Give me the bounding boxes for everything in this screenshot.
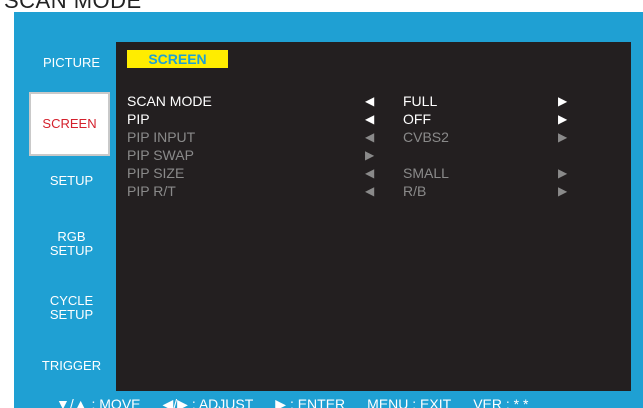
right-arrow-icon[interactable]: ▶ (558, 165, 567, 181)
option-name: PIP INPUT (127, 129, 196, 145)
left-arrow-icon[interactable]: ◀ (365, 93, 374, 109)
option-row-pip[interactable]: PIP ◀ OFF ▶ (116, 111, 631, 127)
menu-content-panel: SCREEN SCAN MODE ◀ FULL ▶ PIP ◀ OFF ▶ PI… (116, 42, 631, 391)
section-title: SCREEN (127, 50, 228, 68)
option-value: SMALL (403, 165, 449, 181)
sidebar-item-label: SETUP (49, 173, 94, 188)
option-row-pip-input[interactable]: PIP INPUT ◀ CVBS2 ▶ (116, 129, 631, 145)
right-arrow-icon[interactable]: ▶ (558, 93, 567, 109)
left-arrow-icon[interactable]: ◀ (365, 129, 374, 145)
help-exit: MENU : EXIT (367, 396, 452, 408)
osd-menu-frame: PICTURE SCREEN SETUP RGB SETUP CYCLE SET… (14, 12, 643, 408)
sidebar-item-rgb-setup[interactable]: RGB SETUP (27, 226, 116, 262)
help-enter: ▶ : ENTER (275, 396, 346, 408)
option-value: CVBS2 (403, 129, 449, 145)
key-help-bar: ▼/▲ : MOVE ◀/▶ : ADJUST ▶ : ENTER MENU :… (56, 396, 550, 408)
option-value: FULL (403, 93, 438, 109)
sidebar-item-label: TRIGGER (41, 358, 102, 373)
right-arrow-icon[interactable]: ▶ (558, 129, 567, 145)
sidebar-item-setup[interactable]: SETUP (27, 166, 116, 196)
right-arrow-icon[interactable]: ▶ (558, 183, 567, 199)
option-value: OFF (403, 111, 431, 127)
left-arrow-icon[interactable]: ◀ (365, 165, 374, 181)
help-move: ▼/▲ : MOVE (56, 396, 141, 408)
option-row-pip-rt[interactable]: PIP R/T ◀ R/B ▶ (116, 183, 631, 199)
option-row-scan-mode[interactable]: SCAN MODE ◀ FULL ▶ (116, 93, 631, 109)
option-name: PIP (127, 111, 150, 127)
help-adjust: ◀/▶ : ADJUST (162, 396, 254, 408)
sidebar-item-label: SCREEN (42, 116, 97, 131)
left-arrow-icon[interactable]: ◀ (365, 183, 374, 199)
option-name: SCAN MODE (127, 93, 212, 109)
sidebar-item-label: CYCLE SETUP (49, 293, 94, 322)
sidebar-item-label: RGB SETUP (49, 229, 94, 258)
option-row-pip-swap[interactable]: PIP SWAP ▶ (116, 147, 631, 163)
sidebar-item-picture[interactable]: PICTURE (27, 48, 116, 78)
option-name: PIP SIZE (127, 165, 185, 181)
sidebar-item-label: PICTURE (42, 55, 101, 70)
option-name: PIP R/T (127, 183, 176, 199)
option-name: PIP SWAP (127, 147, 194, 163)
sidebar-item-cycle-setup[interactable]: CYCLE SETUP (27, 290, 116, 326)
sidebar-item-trigger[interactable]: TRIGGER (27, 352, 116, 380)
help-version: VER : * * (473, 396, 529, 408)
right-arrow-icon[interactable]: ▶ (558, 111, 567, 127)
enter-arrow-icon[interactable]: ▶ (365, 147, 374, 163)
sidebar-item-screen[interactable]: SCREEN (29, 92, 110, 156)
left-arrow-icon[interactable]: ◀ (365, 111, 374, 127)
option-row-pip-size[interactable]: PIP SIZE ◀ SMALL ▶ (116, 165, 631, 181)
option-value: R/B (403, 183, 427, 199)
